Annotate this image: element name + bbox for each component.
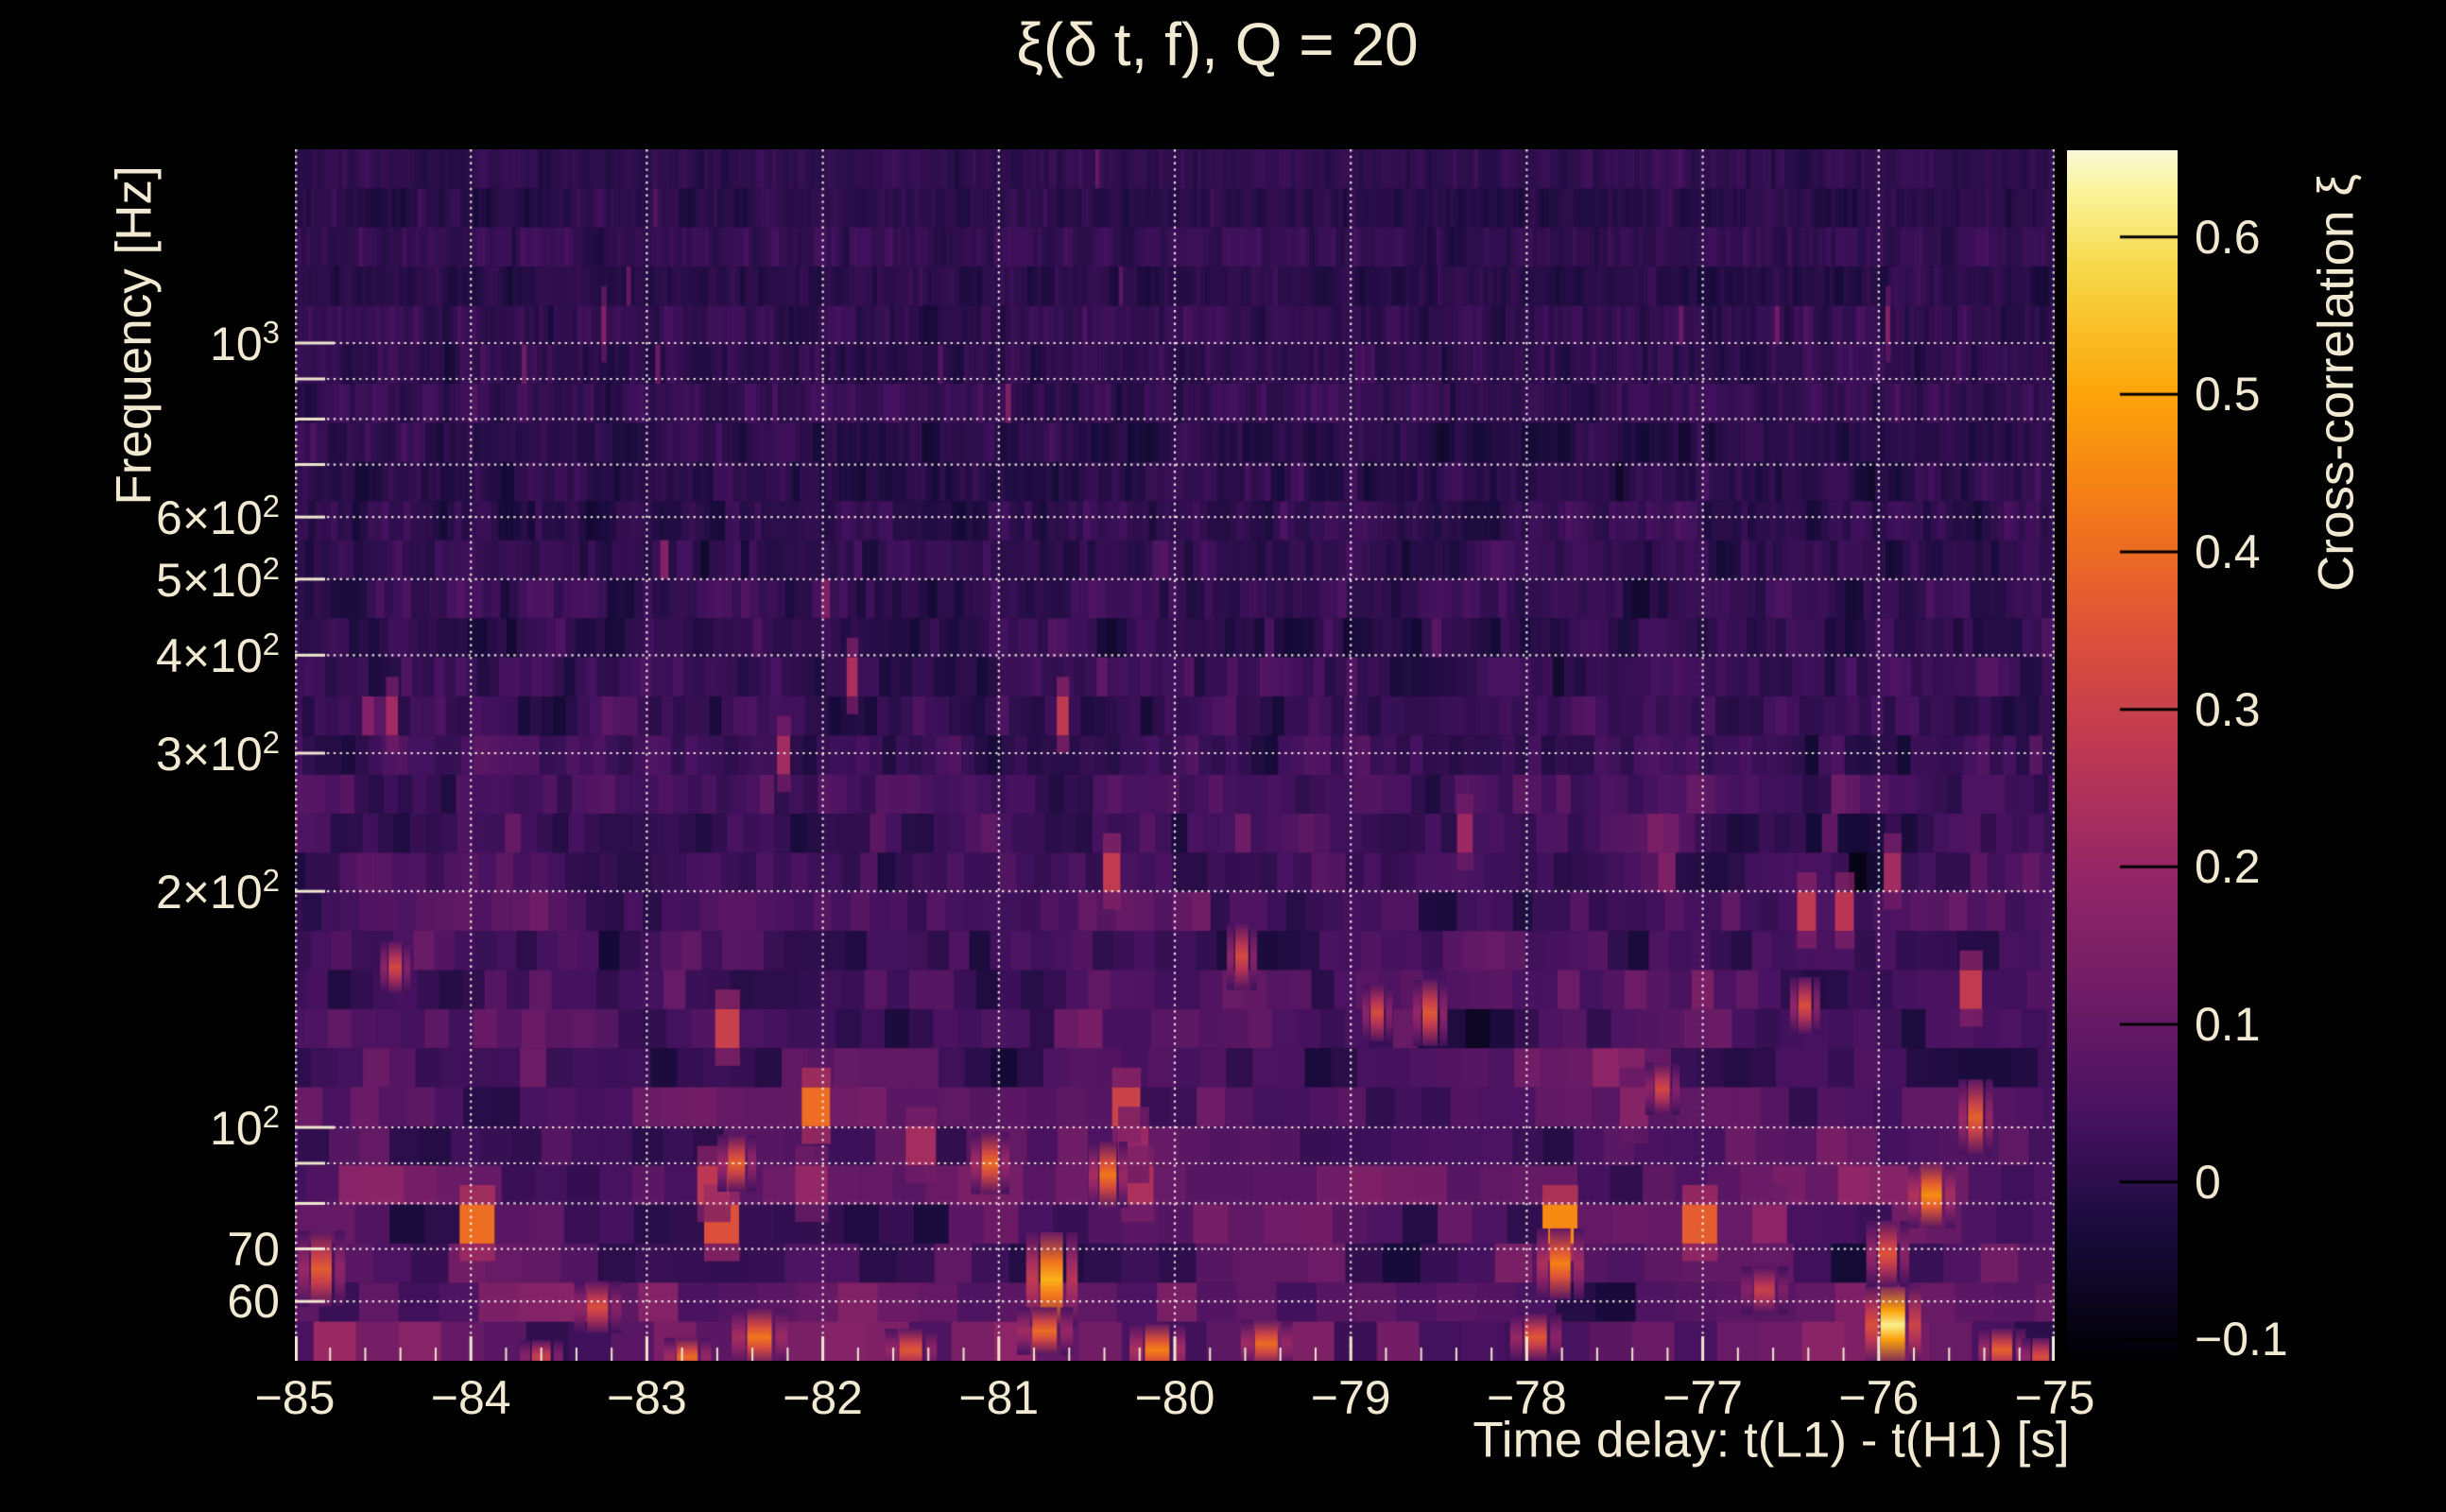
colorbar-tick-label: 0.2 (2195, 840, 2261, 894)
y-tick-label: 70 (227, 1222, 280, 1276)
y-tick-label: 5×102 (156, 550, 280, 607)
x-tick-label: −82 (783, 1371, 864, 1424)
y-tick-label: 60 (227, 1275, 280, 1329)
colorbar-tick-label: −0.1 (2195, 1313, 2288, 1366)
colorbar-tick-label: 0.4 (2195, 525, 2261, 578)
colorbar-title: Cross-correlation ξ (2308, 174, 2365, 592)
spectrogram-heatmap (295, 149, 2055, 1361)
x-tick-label: −75 (2014, 1371, 2095, 1424)
colorbar-tick-label: 0.6 (2195, 210, 2261, 264)
x-tick-label: −84 (430, 1371, 511, 1424)
colorbar-tick-label: 0.1 (2195, 998, 2261, 1051)
y-tick-label: 6×102 (156, 489, 280, 545)
x-tick-label: −85 (254, 1371, 336, 1424)
colorbar-tick-label: 0.3 (2195, 682, 2261, 736)
colorbar-tick-label: 0 (2195, 1155, 2221, 1209)
y-tick-label: 103 (210, 314, 280, 371)
y-tick-label: 102 (210, 1098, 280, 1156)
x-tick-label: −81 (958, 1371, 1040, 1424)
plot-title: ξ(δ t, f), Q = 20 (1016, 10, 1419, 78)
x-tick-label: −76 (1838, 1371, 1920, 1424)
x-tick-label: −77 (1662, 1371, 1744, 1424)
colorbar-tick-label: 0.5 (2195, 368, 2261, 421)
y-tick-label: 2×102 (156, 863, 280, 919)
figure-root: ξ(δ t, f), Q = 20 Frequency [Hz] Time de… (0, 0, 2446, 1512)
y-tick-label: 4×102 (156, 627, 280, 683)
x-tick-label: −79 (1310, 1371, 1391, 1424)
y-tick-label: 3×102 (156, 724, 280, 782)
y-axis-title: Frequency [Hz] (106, 165, 163, 506)
x-tick-label: −78 (1486, 1371, 1567, 1424)
x-tick-label: −80 (1134, 1371, 1215, 1424)
x-tick-label: −83 (606, 1371, 687, 1424)
colorbar (2067, 150, 2178, 1360)
